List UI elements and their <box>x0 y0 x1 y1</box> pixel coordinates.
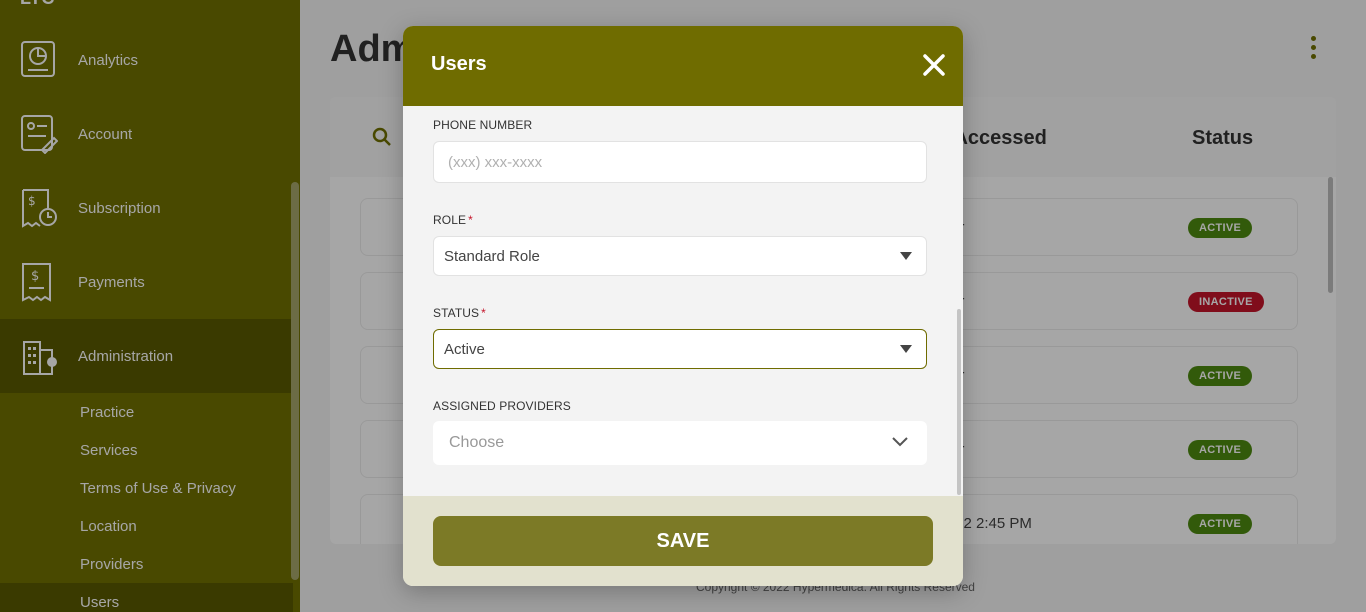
status-label: STATUS * <box>433 306 486 320</box>
role-label-text: ROLE <box>433 213 467 227</box>
caret-down-icon <box>900 345 912 353</box>
status-label-text: STATUS <box>433 306 480 320</box>
caret-down-icon <box>900 252 912 260</box>
save-button[interactable]: SAVE <box>433 516 933 566</box>
users-modal: Users PHONE NUMBER (xxx) xxx-xxxx ROLE * … <box>403 26 963 586</box>
assigned-providers-select[interactable]: Choose <box>433 421 927 465</box>
status-select-value: Active <box>444 341 485 358</box>
chevron-down-icon <box>892 437 908 447</box>
role-select-value: Standard Role <box>444 248 540 265</box>
phone-number-field[interactable]: (xxx) xxx-xxxx <box>433 141 927 183</box>
modal-title: Users <box>431 53 487 75</box>
assigned-providers-placeholder: Choose <box>449 434 505 451</box>
close-icon[interactable] <box>919 50 949 80</box>
assigned-providers-label: ASSIGNED PROVIDERS <box>433 399 571 413</box>
role-select[interactable]: Standard Role <box>433 236 927 276</box>
modal-header: Users <box>403 26 963 106</box>
modal-footer: SAVE <box>403 496 963 586</box>
phone-number-label: PHONE NUMBER <box>433 118 533 132</box>
required-marker: * <box>481 306 486 320</box>
required-marker: * <box>468 213 473 227</box>
phone-number-placeholder: (xxx) xxx-xxxx <box>448 154 543 171</box>
role-label: ROLE * <box>433 213 473 227</box>
status-select[interactable]: Active <box>433 329 927 369</box>
modal-scrollbar[interactable] <box>957 309 961 495</box>
